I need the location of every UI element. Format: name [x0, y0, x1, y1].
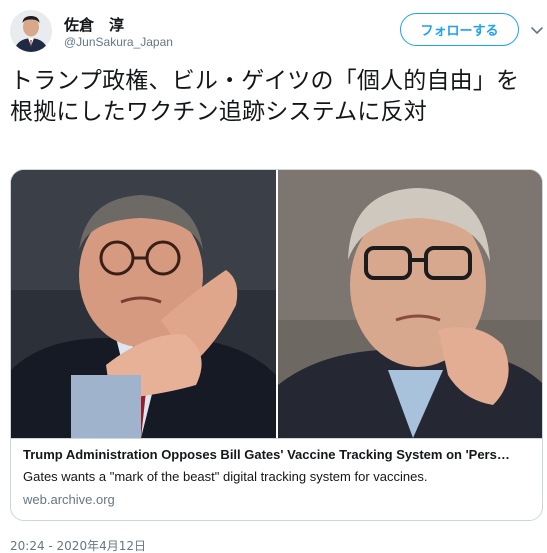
card-description: Gates wants a "mark of the beast" digita…	[23, 469, 428, 484]
user-display-name[interactable]: 佐倉 淳	[64, 14, 124, 35]
card-photo-right	[278, 170, 542, 438]
user-handle[interactable]: @JunSakura_Japan	[64, 35, 173, 49]
card-title[interactable]: Trump Administration Opposes Bill Gates'…	[23, 447, 535, 462]
card-domain: web.archive.org	[23, 492, 115, 507]
tweet: 佐倉 淳 @JunSakura_Japan フォローする トランプ政権、ビル・ゲ…	[0, 0, 547, 553]
avatar[interactable]	[10, 10, 52, 52]
tweet-header: 佐倉 淳 @JunSakura_Japan フォローする	[10, 8, 547, 58]
tweet-timestamp[interactable]: 20:24 - 2020年4月12日	[10, 537, 146, 553]
person-avatar-icon	[10, 10, 52, 52]
chevron-down-icon[interactable]	[529, 22, 545, 38]
tweet-text: トランプ政権、ビル・ゲイツの「個人的自由」を根拠にしたワクチン追跡システムに反対	[10, 68, 520, 125]
card-photo-left	[11, 170, 276, 438]
card-image[interactable]	[11, 170, 542, 438]
card-divider	[11, 438, 542, 439]
link-card[interactable]: Trump Administration Opposes Bill Gates'…	[10, 169, 543, 521]
follow-button[interactable]: フォローする	[400, 13, 519, 46]
